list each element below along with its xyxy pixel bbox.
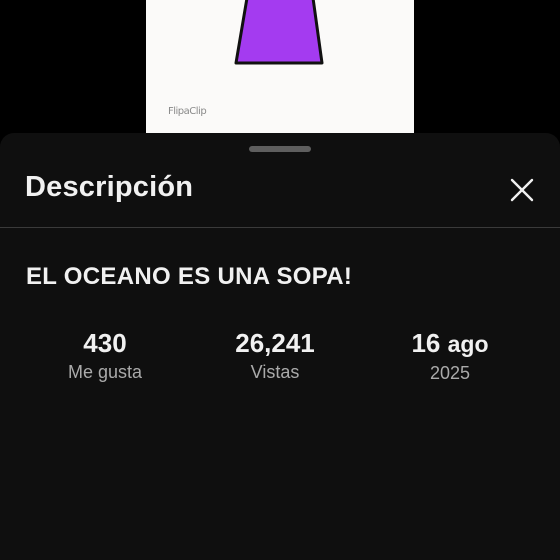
views-count: 26,241 [235, 328, 315, 358]
views-label: Vistas [250, 362, 300, 382]
drag-handle[interactable] [249, 146, 311, 152]
video-preview[interactable]: FlipaClip [146, 0, 414, 140]
likes-count: 430 [83, 328, 127, 358]
date-day: 16 [411, 328, 441, 358]
close-button[interactable] [503, 171, 541, 209]
watermark: FlipaClip [168, 106, 207, 117]
video-title: EL OCEANO ES UNA SOPA! [26, 263, 353, 290]
likes-label: Me gusta [67, 362, 143, 382]
date-stat: 16 ago 2025 [365, 328, 535, 384]
publish-date: 16 ago [365, 328, 535, 359]
description-sheet: Descripción EL OCEANO ES UNA SOPA! 430 M… [0, 133, 560, 560]
date-year: 2025 [429, 363, 471, 383]
header-divider [0, 227, 560, 228]
views-stat: 26,241 Vistas [190, 328, 360, 383]
screen: FlipaClip Descripción EL OCEANO ES UNA S… [0, 0, 560, 560]
close-icon [510, 178, 534, 202]
date-month: ago [447, 331, 489, 357]
likes-stat: 430 Me gusta [20, 328, 190, 383]
purple-trapezoid [234, 0, 324, 65]
sheet-title: Descripción [25, 171, 194, 203]
video-drawing [234, 0, 324, 65]
